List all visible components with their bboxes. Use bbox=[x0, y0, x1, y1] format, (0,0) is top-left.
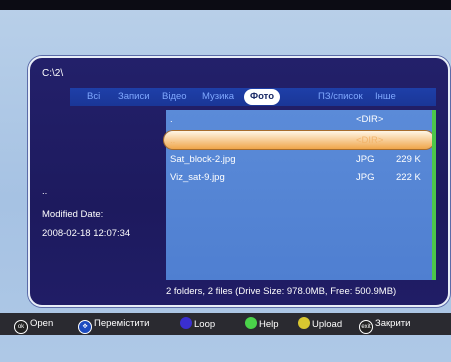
tv-top-bezel bbox=[0, 0, 451, 10]
ok-icon: ok bbox=[14, 320, 28, 334]
list-item-selected[interactable]: .. <DIR> bbox=[164, 131, 434, 149]
file-type: JPG bbox=[356, 154, 375, 165]
file-name: . bbox=[170, 114, 173, 125]
file-type: <DIR> bbox=[356, 135, 384, 146]
file-type: <DIR> bbox=[356, 114, 384, 125]
green-button-icon bbox=[245, 317, 257, 329]
current-path: C:\2\ bbox=[42, 68, 64, 79]
file-name: Viz_sat-9.jpg bbox=[170, 172, 225, 183]
file-name: .. bbox=[170, 135, 176, 146]
file-size: 229 K bbox=[396, 154, 421, 165]
help-button[interactable]: Help bbox=[245, 317, 279, 331]
blue-button-icon bbox=[180, 317, 192, 329]
tab-video[interactable]: Відео bbox=[162, 88, 187, 106]
file-size: 222 K bbox=[396, 172, 421, 183]
tab-software-list[interactable]: ПЗ/список bbox=[318, 88, 363, 106]
yellow-button-icon bbox=[298, 317, 310, 329]
tab-recordings[interactable]: Записи bbox=[118, 88, 150, 106]
details-name: .. bbox=[42, 186, 48, 197]
move-icon: ✥ bbox=[78, 320, 92, 334]
open-button[interactable]: ok Open bbox=[14, 317, 53, 334]
modified-date-value: 2008-02-18 12:07:34 bbox=[42, 228, 131, 239]
move-button[interactable]: ✥ Перемістити bbox=[78, 317, 149, 334]
close-button[interactable]: exit Закрити bbox=[359, 317, 410, 334]
scrollbar-thumb[interactable] bbox=[432, 110, 436, 280]
list-item[interactable]: Sat_block-2.jpg JPG 229 K bbox=[166, 150, 432, 168]
tab-all[interactable]: Всі bbox=[87, 88, 100, 106]
modified-date-label: Modified Date: bbox=[42, 209, 104, 220]
file-name: Sat_block-2.jpg bbox=[170, 154, 236, 165]
category-tabs: Всі Записи Відео Музика Фото ПЗ/список І… bbox=[70, 88, 436, 106]
exit-icon: exit bbox=[359, 320, 373, 334]
list-item[interactable]: Viz_sat-9.jpg JPG 222 K bbox=[166, 168, 432, 186]
upload-button[interactable]: Upload bbox=[298, 317, 342, 331]
list-item[interactable]: . <DIR> bbox=[166, 110, 432, 128]
button-hint-bar: ok Open ✥ Перемістити Loop Help Upload exi… bbox=[0, 313, 451, 335]
tab-other[interactable]: Інше bbox=[375, 88, 396, 106]
list-scrollbar[interactable] bbox=[432, 110, 436, 280]
file-browser-window: C:\2\ Всі Записи Відео Музика Фото ПЗ/сп… bbox=[28, 56, 450, 307]
tab-music[interactable]: Музика bbox=[202, 88, 234, 106]
file-type: JPG bbox=[356, 172, 375, 183]
file-list: . <DIR> .. <DIR> Sat_block-2.jpg JPG 229… bbox=[164, 110, 434, 280]
drive-status: 2 folders, 2 files (Drive Size: 978.0MB,… bbox=[166, 286, 397, 297]
tab-photo[interactable]: Фото bbox=[244, 89, 281, 105]
loop-button[interactable]: Loop bbox=[180, 317, 215, 331]
